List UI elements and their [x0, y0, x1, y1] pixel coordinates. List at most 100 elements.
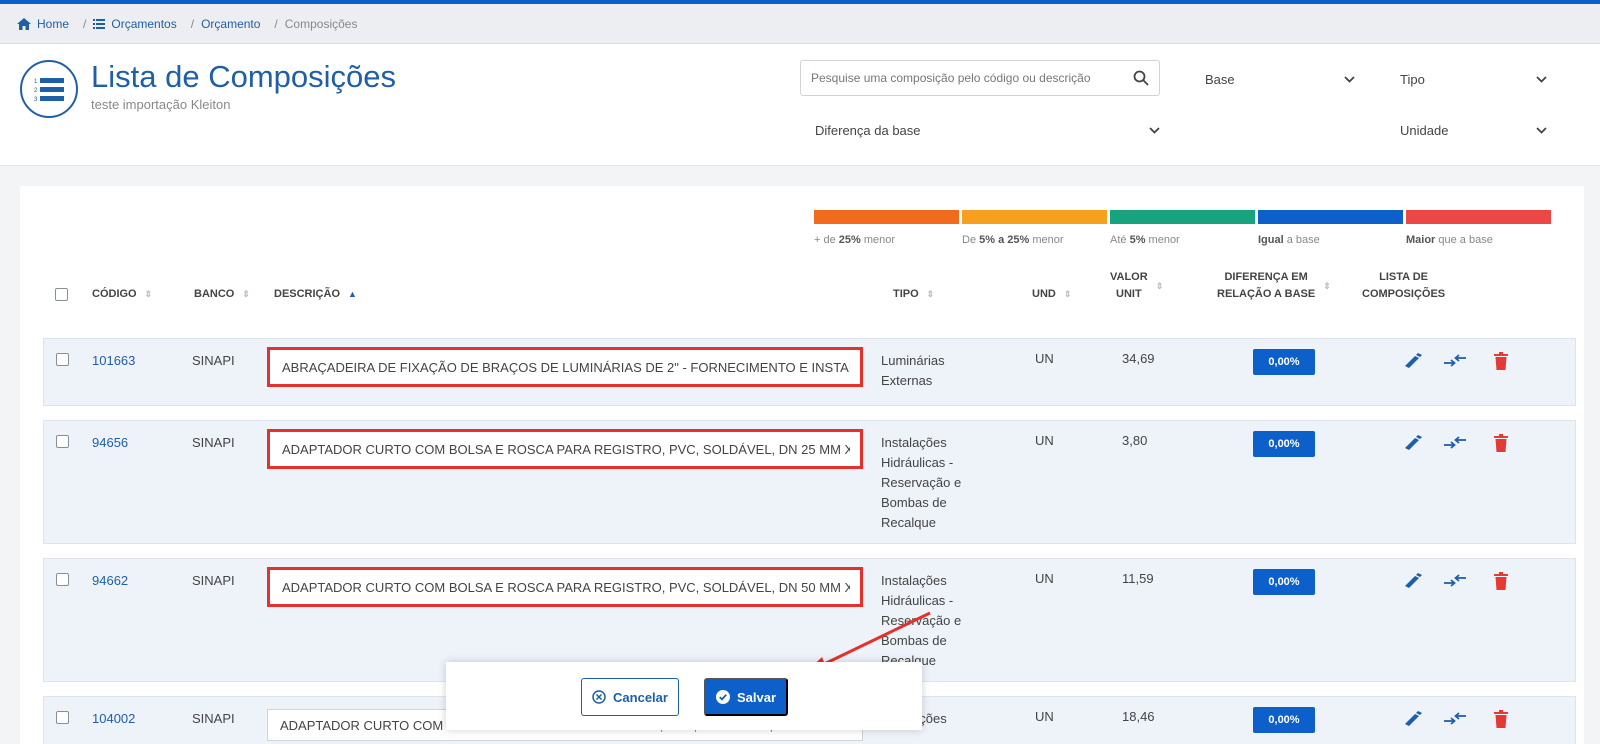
edit-pencil-icon[interactable] [1403, 353, 1423, 374]
column-diferenca-label: DIFERENÇA EM RELAÇÃO A BASE [1217, 269, 1315, 303]
legend-label-suffix: que a base [1435, 234, 1493, 246]
sort-icon: ⇕ [1323, 280, 1331, 291]
bank-name: SINAPI [192, 435, 235, 450]
legend-label: Igual a base [1258, 234, 1403, 246]
tipo-line: Reservação e [881, 613, 962, 628]
legend-color-bar [814, 210, 959, 224]
breadcrumb: Home / Orçamentos / Orçamento / Composiç… [0, 4, 1600, 44]
description-text: ADAPTADOR CURTO COM BOLSA E ROSCA PARA R… [282, 579, 850, 595]
sort-ascending-icon: ▲ [348, 289, 357, 299]
breadcrumb-composicoes: Composições [284, 16, 358, 31]
row-checkbox[interactable] [56, 435, 69, 448]
breadcrumb-home[interactable]: Home [17, 17, 69, 31]
sort-icon: ⇕ [926, 289, 935, 299]
column-tipo-label: TIPO [893, 288, 919, 300]
bank-name: SINAPI [192, 711, 235, 726]
unit-value: 3,80 [1122, 433, 1148, 448]
edit-pencil-icon[interactable] [1403, 573, 1423, 594]
composition-code-link[interactable]: 94662 [92, 573, 128, 588]
column-banco[interactable]: BANCO ⇕ [194, 286, 250, 303]
legend-label-suffix: a base [1283, 234, 1320, 246]
unit-value: 11,59 [1122, 571, 1154, 586]
base-select-label: Base [1205, 71, 1235, 87]
column-tipo[interactable]: TIPO ⇕ [893, 286, 934, 303]
edit-pencil-icon[interactable] [1403, 711, 1423, 732]
legend-label: De 5% a 25% menor [962, 234, 1107, 246]
row-checkbox[interactable] [56, 353, 69, 366]
composition-code-link[interactable]: 94656 [92, 435, 128, 450]
column-und[interactable]: UND ⇕ [1032, 286, 1071, 303]
column-und-label: UND [1032, 288, 1056, 300]
description-input[interactable]: ADAPTADOR CURTO COM BOLSA E ROSCA PARA R… [267, 567, 863, 607]
unidade-select[interactable]: Unidade [1400, 118, 1547, 142]
compare-arrows-icon[interactable] [1444, 712, 1466, 731]
page-header: 1 2 3 Lista de Composições teste importa… [0, 44, 1600, 166]
tipo-select[interactable]: Tipo [1400, 67, 1547, 91]
legend-label-bold: Maior [1406, 234, 1436, 246]
bank-name: SINAPI [192, 353, 235, 368]
diferenca-base-select[interactable]: Diferença da base [815, 118, 1160, 142]
legend-label-bold: 25% [838, 234, 861, 246]
compare-arrows-icon[interactable] [1444, 436, 1466, 455]
chevron-down-icon [1536, 126, 1547, 134]
trash-icon[interactable] [1494, 434, 1508, 457]
chevron-down-icon [1149, 126, 1160, 134]
sort-icon: ⇕ [242, 289, 250, 299]
tipo-line: Instalações [881, 573, 947, 588]
breadcrumb-orcamentos-label: Orçamentos [111, 16, 177, 31]
save-button[interactable]: Salvar [704, 678, 788, 716]
cancel-button[interactable]: Cancelar [581, 678, 679, 716]
composition-code-link[interactable]: 104002 [92, 711, 135, 726]
column-lista-label: LISTA DE COMPOSIÇÕES [1362, 269, 1445, 303]
row-checkbox[interactable] [56, 711, 69, 724]
legend-color-bar [1110, 210, 1255, 224]
breadcrumb-separator: / [274, 16, 278, 31]
save-popup: Cancelar Salvar [446, 662, 922, 730]
compare-arrows-icon[interactable] [1444, 354, 1466, 373]
column-valor-unit[interactable]: VALOR UNIT ⇕ [1110, 269, 1163, 303]
description-text: ADAPTADOR CURTO COM BOLSA E ROSCA PARA R… [282, 441, 850, 457]
unit-value: 18,46 [1122, 709, 1155, 724]
tipo-line: Reservação e [881, 475, 962, 490]
numbered-list-icon: 1 2 3 [20, 60, 78, 118]
description-input[interactable]: ABRAÇADEIRA DE FIXAÇÃO DE BRAÇOS DE LUMI… [267, 347, 863, 387]
cancel-circle-icon [592, 690, 606, 704]
legend-label-suffix: menor [1029, 234, 1064, 246]
unit-text: UN [1035, 709, 1054, 724]
description-input[interactable]: ADAPTADOR CURTO COM BOLSA E ROSCA PARA R… [267, 429, 863, 469]
sort-icon: ⇕ [1155, 280, 1164, 291]
legend-label: Maior que a base [1406, 234, 1551, 246]
unidade-select-label: Unidade [1400, 122, 1449, 138]
unit-text: UN [1035, 351, 1054, 366]
trash-icon[interactable] [1494, 572, 1508, 595]
column-codigo[interactable]: CÓDIGO ⇕ [92, 286, 152, 303]
tipo-text: Instalações Hidráulicas - Reservação e Bomb… [881, 571, 961, 671]
column-diferenca[interactable]: DIFERENÇA EM RELAÇÃO A BASE ⇕ [1217, 269, 1331, 303]
column-descricao[interactable]: DESCRIÇÃO ▲ [274, 286, 357, 303]
row-checkbox[interactable] [56, 573, 69, 586]
trash-icon[interactable] [1494, 352, 1508, 375]
sort-icon: ⇕ [1063, 289, 1072, 299]
tipo-line: Hidráulicas - [881, 593, 954, 608]
table-row: 94656 SINAPI ADAPTADOR CURTO COM BOLSA E R… [43, 420, 1576, 544]
composition-code-link[interactable]: 101663 [92, 353, 135, 368]
select-all-checkbox[interactable] [55, 288, 68, 301]
tipo-line: Hidráulicas - [881, 455, 954, 470]
unit-text: UN [1035, 571, 1054, 586]
base-select[interactable]: Base [1205, 67, 1355, 91]
save-button-label: Salvar [736, 689, 777, 705]
breadcrumb-orcamentos[interactable]: Orçamentos [93, 16, 177, 31]
column-lista-line2: COMPOSIÇÕES [1362, 288, 1446, 300]
search-icon[interactable] [1133, 70, 1149, 86]
search-input[interactable]: Pesquise uma composição pelo código ou d… [800, 60, 1160, 96]
unit-value: 34,69 [1122, 351, 1155, 366]
edit-pencil-icon[interactable] [1403, 435, 1423, 456]
legend-label-suffix: menor [1145, 234, 1180, 246]
difference-badge: 0,00% [1253, 707, 1315, 733]
page-title: Lista de Composições [91, 59, 396, 94]
difference-badge: 0,00% [1253, 349, 1315, 375]
trash-icon[interactable] [1494, 710, 1508, 733]
compare-arrows-icon[interactable] [1444, 574, 1466, 593]
breadcrumb-orcamento[interactable]: Orçamento [201, 17, 260, 31]
legend-color-bar [1258, 210, 1403, 224]
